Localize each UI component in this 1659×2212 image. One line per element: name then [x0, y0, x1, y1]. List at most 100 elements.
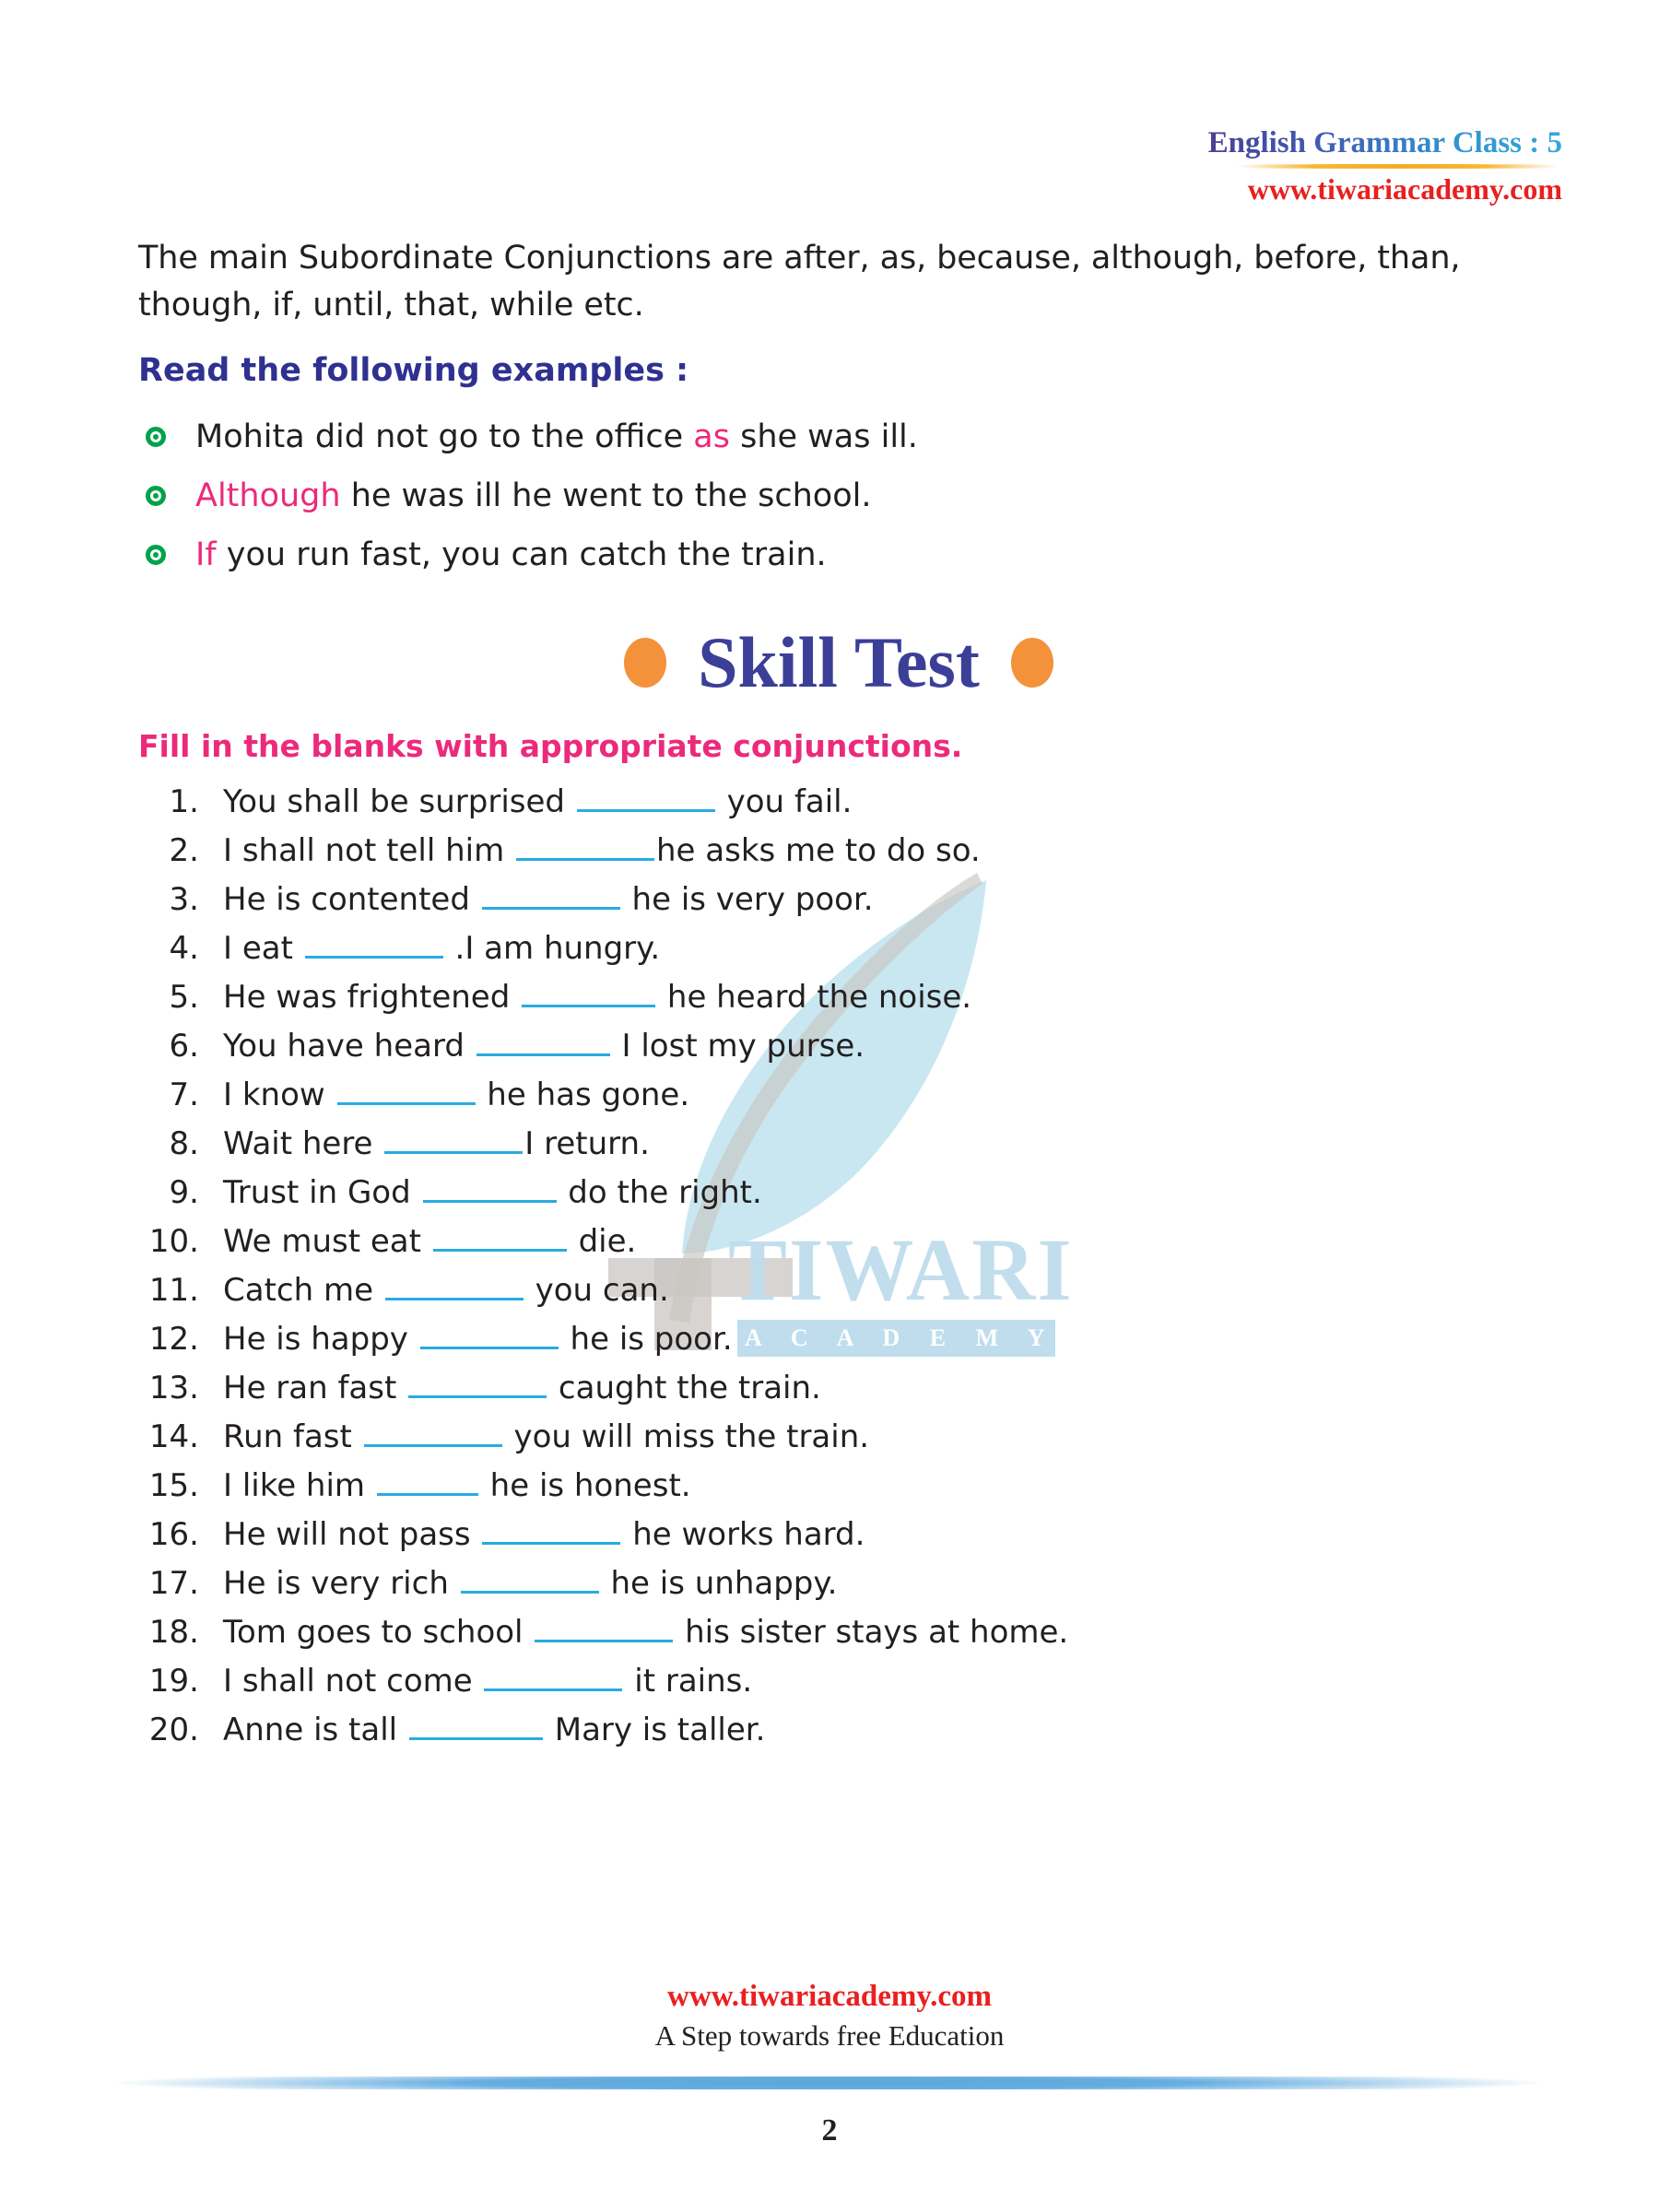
question-number: 13.: [148, 1370, 199, 1406]
answer-blank[interactable]: [408, 1372, 547, 1398]
example-post: you run fast, you can catch the train.: [216, 536, 827, 573]
orange-dot-left-icon: [624, 638, 667, 688]
answer-blank[interactable]: [481, 884, 620, 910]
question-number: 7.: [169, 1077, 199, 1113]
question-post-text: you will miss the train.: [503, 1418, 870, 1455]
question-pre-text: Run fast: [223, 1418, 362, 1455]
question-row: 5. He was frightened he heard the noise.: [138, 973, 1539, 1022]
question-number: 5.: [169, 979, 199, 1016]
examples-subheading: Read the following examples :: [138, 352, 689, 389]
question-number: 20.: [148, 1712, 199, 1748]
question-row: 7. I know he has gone.: [138, 1071, 1539, 1120]
header-website[interactable]: www.tiwariacademy.com: [1208, 171, 1562, 207]
question-text: He is contented he is very poor.: [223, 876, 874, 924]
question-post-text: die.: [568, 1223, 637, 1260]
question-text: I eat .I am hungry.: [223, 924, 660, 973]
answer-blank[interactable]: [419, 1324, 559, 1349]
question-pre-text: I shall not tell him: [223, 832, 514, 869]
question-post-text: he heard the noise.: [657, 979, 972, 1016]
answer-blank[interactable]: [384, 1275, 524, 1300]
question-pre-text: He is contented: [223, 881, 480, 918]
footer-website[interactable]: www.tiwariacademy.com: [0, 1977, 1659, 2016]
answer-blank[interactable]: [482, 1519, 621, 1545]
question-post-text: it rains.: [624, 1663, 753, 1700]
orange-dot-right-icon: [1010, 638, 1053, 688]
answer-blank[interactable]: [476, 1030, 610, 1056]
intro-paragraph: The main Subordinate Conjunctions are af…: [138, 240, 1461, 324]
question-number: 3.: [169, 881, 199, 918]
question-pre-text: Anne is tall: [223, 1712, 407, 1748]
answer-blank[interactable]: [432, 1226, 567, 1252]
question-text: Trust in God do the right.: [223, 1169, 762, 1218]
example-text: Although he was ill he went to the schoo…: [195, 466, 871, 525]
question-post-text: he has gone.: [477, 1077, 690, 1113]
answer-blank[interactable]: [422, 1177, 557, 1203]
question-text: He is happy he is poor.: [223, 1315, 733, 1364]
answer-blank[interactable]: [535, 1617, 674, 1642]
question-number: 12.: [148, 1321, 199, 1358]
bullet-icon: [146, 427, 166, 447]
question-text: Catch me you can.: [223, 1266, 669, 1315]
question-row: 13. He ran fast caught the train.: [138, 1364, 1539, 1413]
example-item: Mohita did not go to the office as she w…: [138, 407, 1539, 466]
question-number: 19.: [148, 1663, 199, 1700]
question-row: 9. Trust in God do the right.: [138, 1169, 1539, 1218]
answer-blank[interactable]: [484, 1665, 623, 1691]
question-pre-text: He ran fast: [223, 1370, 407, 1406]
answer-blank[interactable]: [408, 1714, 543, 1740]
question-row: 19. I shall not come it rains.: [138, 1657, 1539, 1706]
question-number: 6.: [169, 1028, 199, 1065]
question-pre-text: He was frightened: [223, 979, 521, 1016]
question-row: 12. He is happy he is poor.: [138, 1315, 1539, 1364]
footer-divider: [111, 2077, 1548, 2089]
question-post-text: caught the train.: [548, 1370, 821, 1406]
answer-blank[interactable]: [376, 1470, 478, 1496]
examples-list: Mohita did not go to the office as she w…: [138, 407, 1539, 584]
answer-blank[interactable]: [522, 982, 656, 1007]
question-number: 8.: [169, 1125, 199, 1162]
example-text: If you run fast, you can catch the train…: [195, 525, 827, 584]
question-post-text: Mary is taller.: [544, 1712, 766, 1748]
answer-blank[interactable]: [576, 786, 715, 812]
fill-blanks-instruction: Fill in the blanks with appropriate conj…: [138, 728, 963, 764]
example-item: If you run fast, you can catch the train…: [138, 525, 1539, 584]
question-post-text: his sister stays at home.: [675, 1614, 1069, 1651]
page-number: 2: [821, 2113, 838, 2147]
question-post-text: he works hard.: [622, 1516, 865, 1553]
question-pre-text: He is happy: [223, 1321, 418, 1358]
question-pre-text: We must eat: [223, 1223, 431, 1260]
question-number: 14.: [148, 1418, 199, 1455]
skill-test-heading: Skill Test: [138, 623, 1539, 702]
question-text: Run fast you will miss the train.: [223, 1413, 869, 1462]
question-text: Wait here I return.: [223, 1120, 650, 1169]
question-post-text: I return.: [524, 1125, 650, 1162]
question-row: 17. He is very rich he is unhappy.: [138, 1559, 1539, 1608]
question-text: You have heard I lost my purse.: [223, 1022, 865, 1071]
question-post-text: he is honest.: [479, 1467, 691, 1504]
question-row: 2. I shall not tell him he asks me to do …: [138, 827, 1539, 876]
question-number: 1.: [169, 783, 199, 820]
header-divider: [1234, 164, 1562, 169]
question-row: 11. Catch me you can.: [138, 1266, 1539, 1315]
question-text: Tom goes to school his sister stays at h…: [223, 1608, 1068, 1657]
answer-blank[interactable]: [516, 835, 654, 861]
answer-blank[interactable]: [384, 1128, 524, 1154]
question-pre-text: I shall not come: [223, 1663, 483, 1700]
question-number: 4.: [169, 930, 199, 967]
question-number: 16.: [148, 1516, 199, 1553]
page-footer: www.tiwariacademy.com A Step towards fre…: [0, 1977, 1659, 2152]
document-page: TIWARI A C A D E M Y English Grammar Cla…: [0, 0, 1659, 2212]
question-pre-text: I know: [223, 1077, 335, 1113]
question-pre-text: He is very rich: [223, 1565, 459, 1602]
question-row: 16. He will not pass he works hard.: [138, 1511, 1539, 1559]
example-conjunction: If: [195, 536, 217, 573]
answer-blank[interactable]: [460, 1568, 599, 1594]
question-text: He is very rich he is unhappy.: [223, 1559, 837, 1608]
answer-blank[interactable]: [304, 933, 443, 959]
question-pre-text: He will not pass: [223, 1516, 481, 1553]
example-pre: Mohita did not go to the office: [195, 418, 694, 455]
question-row: 6. You have heard I lost my purse.: [138, 1022, 1539, 1071]
answer-blank[interactable]: [363, 1421, 502, 1447]
answer-blank[interactable]: [336, 1079, 476, 1105]
question-post-text: do the right.: [558, 1174, 762, 1211]
